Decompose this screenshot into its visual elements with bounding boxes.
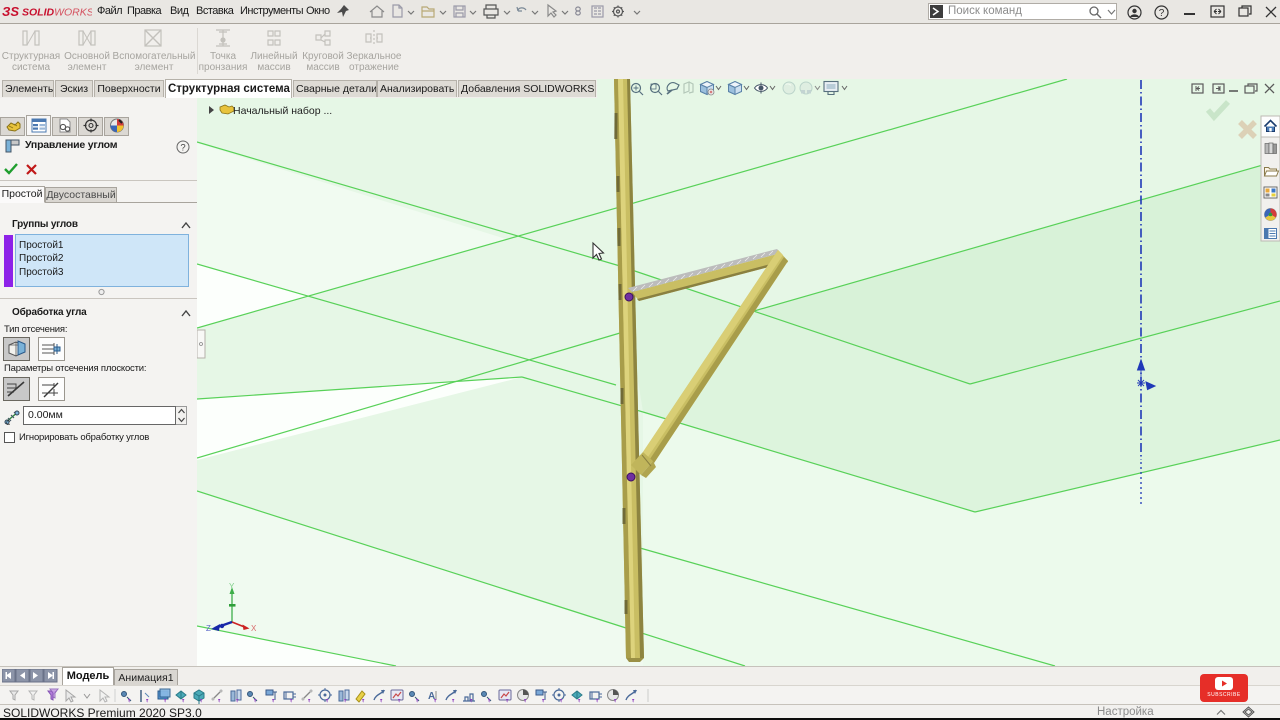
svg-text:?: ? [180, 143, 185, 154]
svg-text:Начальный набор ...: Начальный набор ... [233, 105, 332, 117]
svg-text:?: ? [1159, 8, 1165, 19]
svg-text:X: X [251, 624, 257, 633]
svg-text:Y: Y [229, 582, 235, 591]
svg-text:C: C [6, 421, 11, 426]
svg-text:ЗS: ЗS [2, 4, 19, 19]
svg-text:Z: Z [206, 624, 211, 633]
svg-text:SOLIDWORKS: SOLIDWORKS [22, 7, 92, 19]
